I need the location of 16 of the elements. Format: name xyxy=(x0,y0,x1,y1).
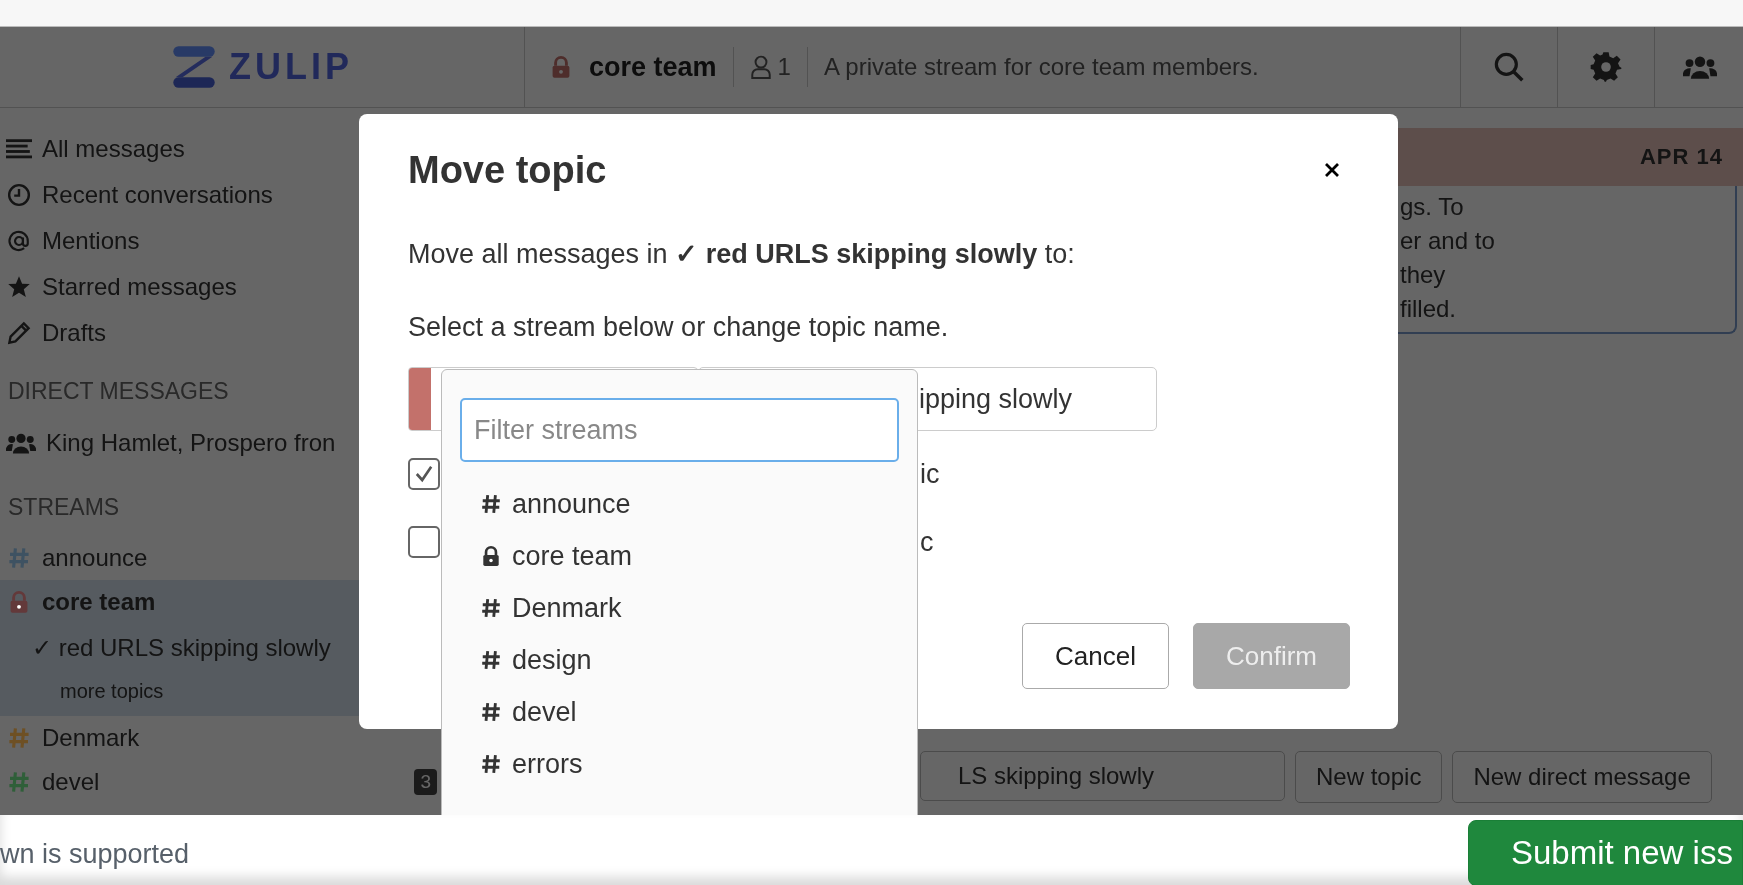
message-text: they xyxy=(1400,260,1447,290)
unread-count: 3 xyxy=(414,769,437,795)
markdown-hint: wn is supported xyxy=(0,838,190,870)
checkbox-label: ic xyxy=(920,458,940,490)
message-text: gs. To xyxy=(1400,192,1465,222)
section-heading: DIRECT MESSAGES xyxy=(7,377,229,406)
date-label: APR 14 xyxy=(1639,144,1723,170)
checkbox-label: c xyxy=(920,526,934,558)
stream-description: A private stream for core team members. xyxy=(823,53,1259,81)
subscriber-number: 1 xyxy=(777,53,791,81)
dialog-hint: Select a stream below or change topic name. xyxy=(408,312,950,343)
message-text: filled. xyxy=(1400,294,1458,324)
section-heading: STREAMS xyxy=(7,493,120,522)
dialog-title: Move topic xyxy=(408,148,607,192)
dialog-message: Move all messages in ✓ red URLS skipping slowly to: xyxy=(408,238,1076,270)
message-text: er and to xyxy=(1400,226,1496,256)
